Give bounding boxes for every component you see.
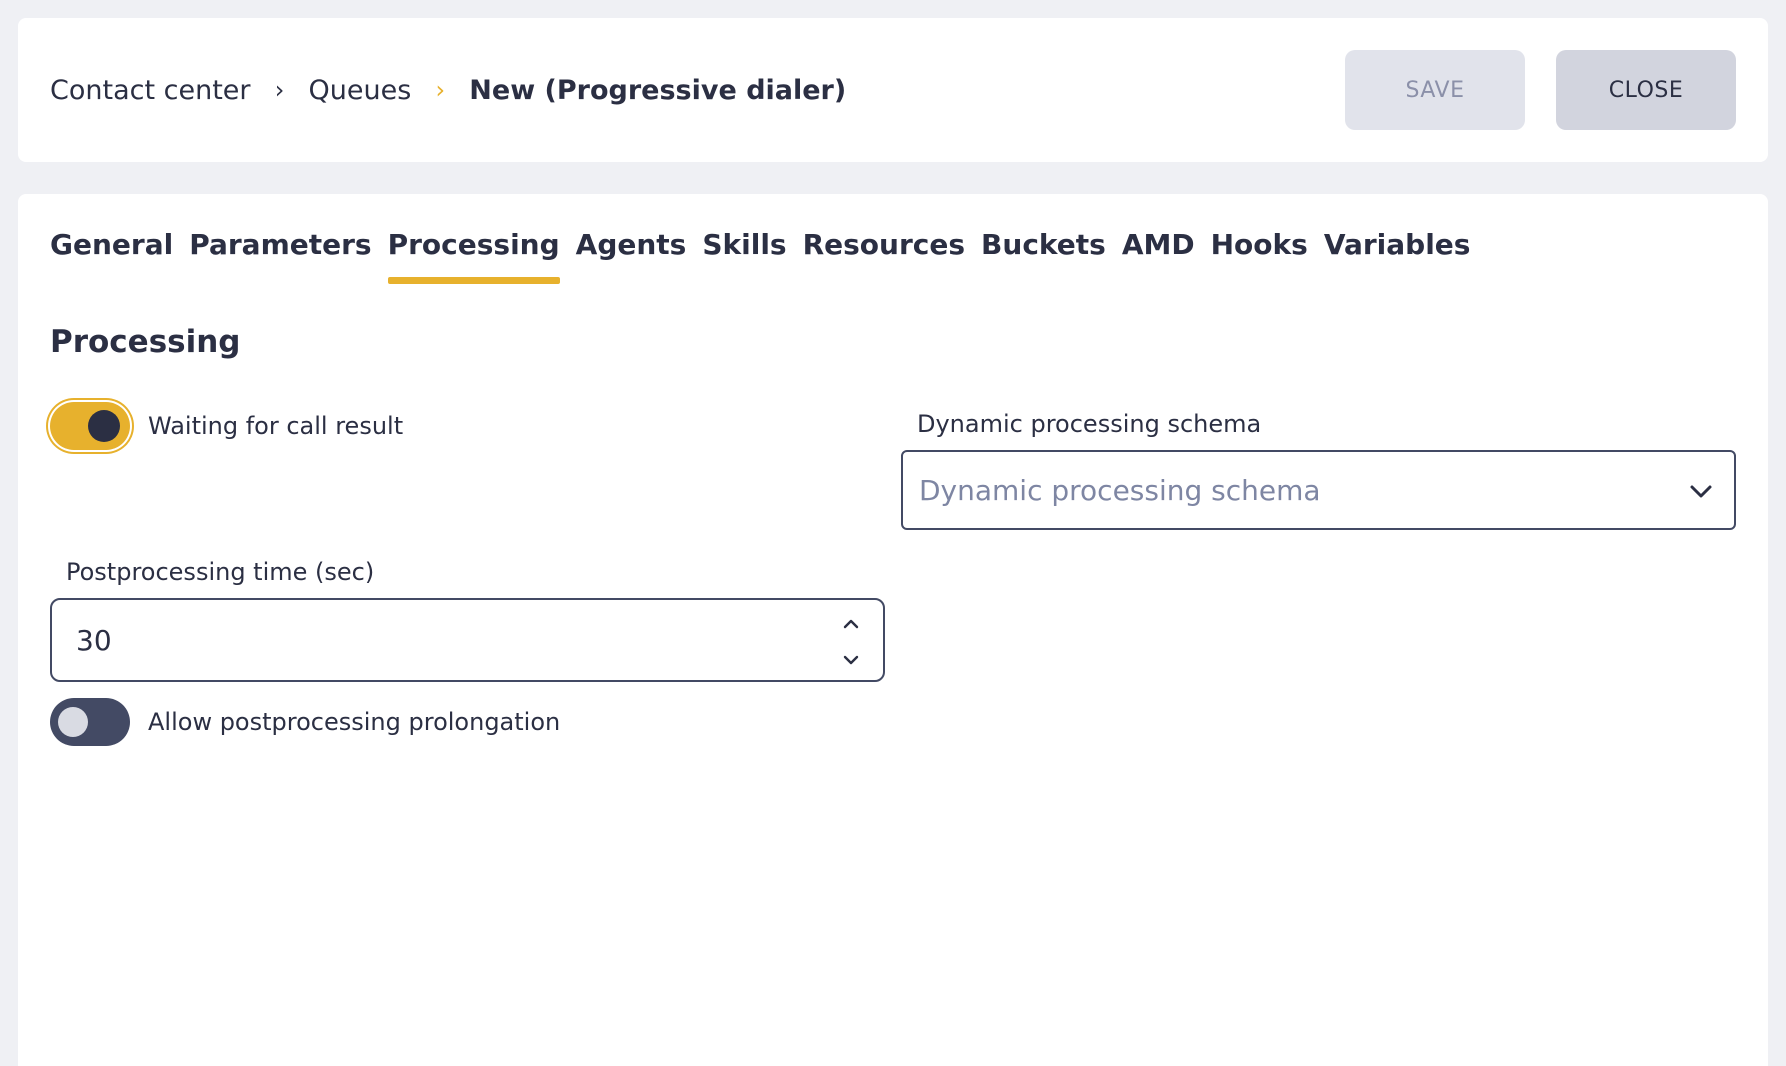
- allow-prolongation-label: Allow postprocessing prolongation: [148, 708, 561, 736]
- header-bar: Contact center › Queues › New (Progressi…: [18, 18, 1768, 162]
- postprocessing-time-label: Postprocessing time (sec): [66, 558, 375, 586]
- breadcrumb-item-queues[interactable]: Queues: [309, 75, 412, 106]
- toggle-knob: [58, 707, 88, 737]
- save-button[interactable]: SAVE: [1345, 50, 1525, 130]
- tab-buckets[interactable]: Buckets: [981, 224, 1106, 284]
- chevron-down-icon: [1690, 485, 1712, 498]
- tab-variables[interactable]: Variables: [1324, 224, 1471, 284]
- tab-parameters[interactable]: Parameters: [189, 224, 371, 284]
- chevron-right-icon: ›: [435, 76, 446, 104]
- chevron-right-icon: ›: [274, 76, 285, 104]
- allow-prolongation-row: Allow postprocessing prolongation: [50, 698, 560, 746]
- chevron-down-icon[interactable]: [839, 650, 863, 670]
- chevron-up-icon[interactable]: [839, 614, 863, 634]
- tab-hooks[interactable]: Hooks: [1211, 224, 1308, 284]
- breadcrumb: Contact center › Queues › New (Progressi…: [50, 18, 846, 162]
- tab-processing[interactable]: Processing: [387, 224, 560, 284]
- tab-amd[interactable]: AMD: [1122, 224, 1195, 284]
- section-title: Processing: [50, 324, 241, 360]
- tab-resources[interactable]: Resources: [803, 224, 965, 284]
- tab-skills[interactable]: Skills: [702, 224, 786, 284]
- breadcrumb-item-contact-center[interactable]: Contact center: [50, 75, 251, 106]
- schema-field-label: Dynamic processing schema: [917, 410, 1262, 438]
- toggle-knob: [88, 410, 120, 442]
- tab-general[interactable]: General: [50, 224, 173, 284]
- waiting-for-call-result-row: Waiting for call result: [50, 402, 403, 450]
- tab-agents[interactable]: Agents: [576, 224, 687, 284]
- breadcrumb-current-page: New (Progressive dialer): [469, 74, 847, 106]
- waiting-for-call-result-toggle[interactable]: [50, 402, 130, 450]
- tab-bar: General Parameters Processing Agents Ski…: [50, 224, 1470, 284]
- main-panel: General Parameters Processing Agents Ski…: [18, 194, 1768, 1066]
- schema-select[interactable]: Dynamic processing schema: [901, 450, 1736, 530]
- postprocessing-time-value[interactable]: 30: [76, 624, 112, 657]
- schema-select-placeholder: Dynamic processing schema: [919, 473, 1321, 507]
- page: Contact center › Queues › New (Progressi…: [0, 0, 1786, 1066]
- close-button[interactable]: CLOSE: [1556, 50, 1736, 130]
- number-stepper: [839, 610, 863, 672]
- allow-prolongation-toggle[interactable]: [50, 698, 130, 746]
- postprocessing-time-input[interactable]: 30: [50, 598, 885, 682]
- waiting-for-call-result-label: Waiting for call result: [148, 412, 404, 440]
